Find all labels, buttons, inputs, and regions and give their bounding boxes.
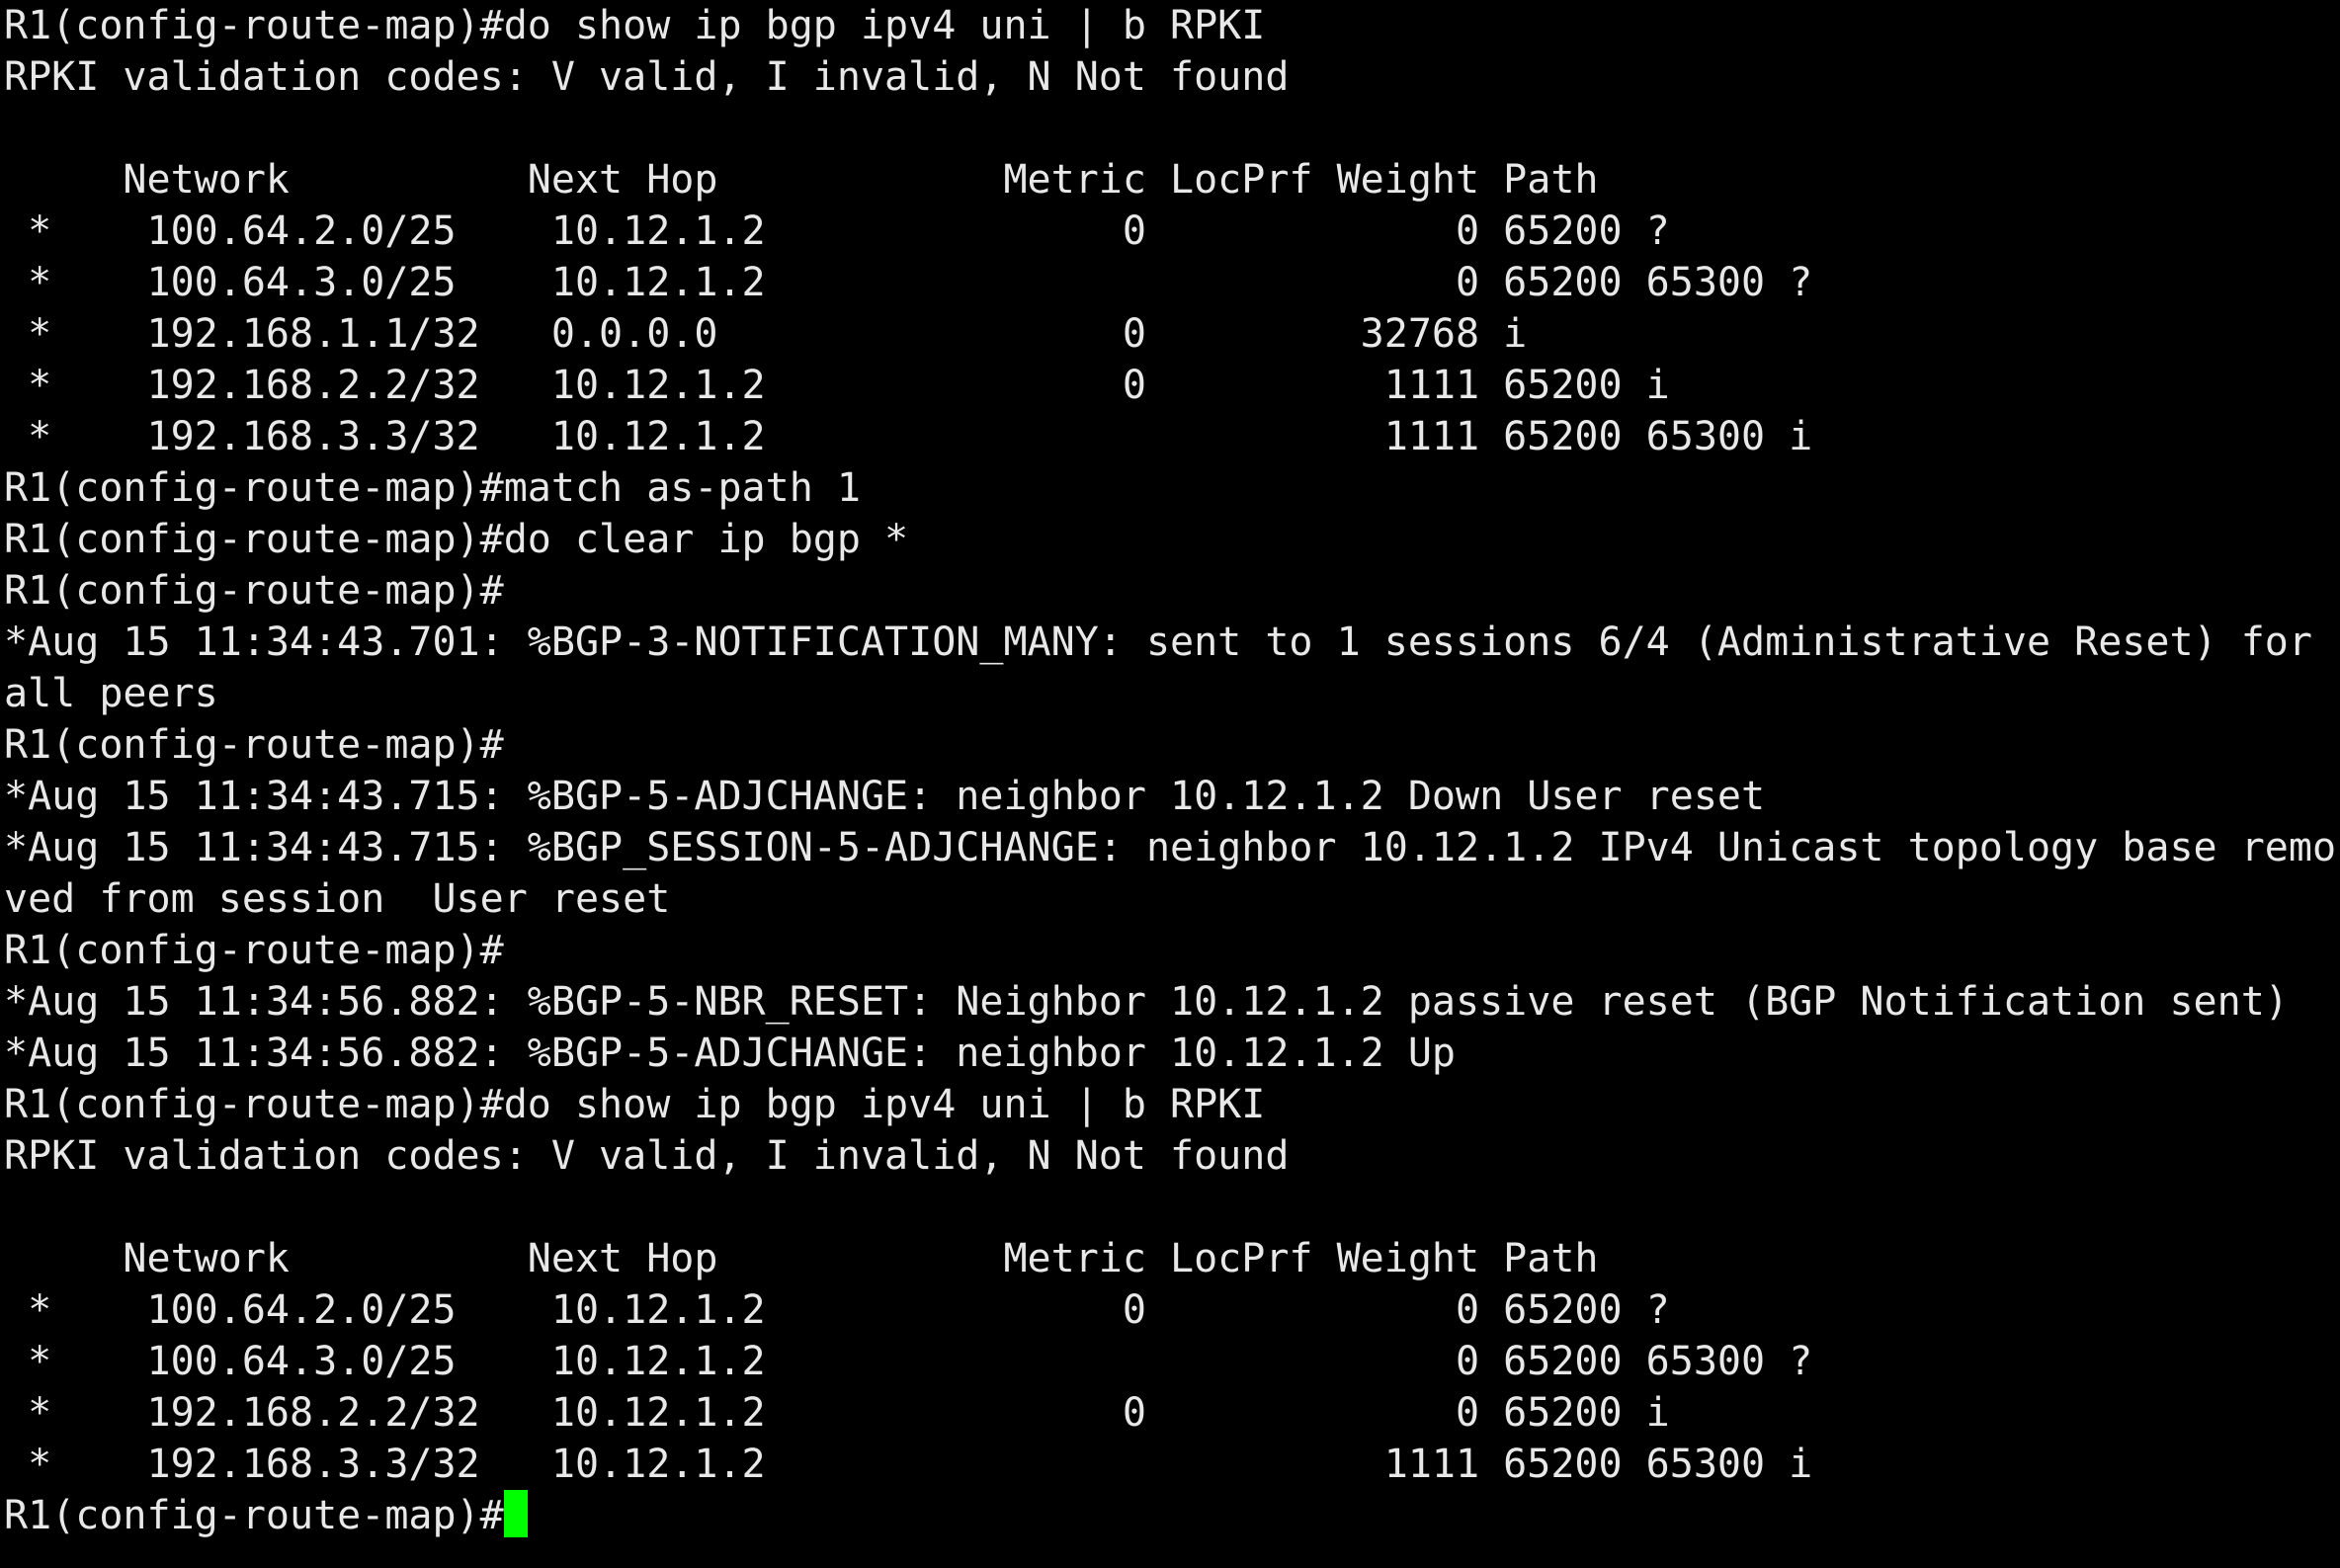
terminal-line: R1(config-route-map)# xyxy=(4,722,504,768)
terminal-prompt-line[interactable]: R1(config-route-map)# xyxy=(4,1490,2340,1541)
terminal-line: * 192.168.1.1/32 0.0.0.0 0 32768 i xyxy=(4,311,1528,357)
terminal-line: * 192.168.3.3/32 10.12.1.2 1111 65200 65… xyxy=(4,414,1813,459)
terminal-line: * 100.64.2.0/25 10.12.1.2 0 0 65200 ? xyxy=(4,208,1670,254)
terminal-line: * 192.168.3.3/32 10.12.1.2 1111 65200 65… xyxy=(4,1442,1813,1487)
terminal-line: * 192.168.2.2/32 10.12.1.2 0 1111 65200 … xyxy=(4,363,1670,408)
terminal-window[interactable]: R1(config-route-map)#do show ip bgp ipv4… xyxy=(4,0,2340,1568)
terminal-line: *Aug 15 11:34:56.882: %BGP-5-ADJCHANGE: … xyxy=(4,1031,1457,1076)
terminal-line: R1(config-route-map)#do show ip bgp ipv4… xyxy=(4,1082,1266,1127)
prompt: R1(config-route-map)# xyxy=(4,1493,504,1538)
terminal-line: ved from session User reset xyxy=(4,876,671,922)
terminal-line: * 100.64.2.0/25 10.12.1.2 0 0 65200 ? xyxy=(4,1287,1670,1333)
terminal-line: Network Next Hop Metric LocPrf Weight Pa… xyxy=(4,1236,1599,1281)
terminal-line: * 100.64.3.0/25 10.12.1.2 0 65200 65300 … xyxy=(4,1339,1813,1384)
terminal-line: * 192.168.2.2/32 10.12.1.2 0 0 65200 i xyxy=(4,1390,1670,1436)
terminal-line: *Aug 15 11:34:43.715: %BGP_SESSION-5-ADJ… xyxy=(4,825,2337,870)
terminal-line: R1(config-route-map)#do show ip bgp ipv4… xyxy=(4,3,1266,48)
text-cursor xyxy=(503,1490,528,1537)
terminal-line: RPKI validation codes: V valid, I invali… xyxy=(4,54,1290,100)
terminal-line: * 100.64.3.0/25 10.12.1.2 0 65200 65300 … xyxy=(4,260,1813,305)
terminal-output: R1(config-route-map)#do show ip bgp ipv4… xyxy=(4,0,2340,1490)
terminal-line: *Aug 15 11:34:43.715: %BGP-5-ADJCHANGE: … xyxy=(4,774,1766,819)
terminal-line: all peers xyxy=(4,671,218,716)
terminal-line: R1(config-route-map)#do clear ip bgp * xyxy=(4,517,909,562)
terminal-line: R1(config-route-map)#match as-path 1 xyxy=(4,465,861,511)
terminal-line: Network Next Hop Metric LocPrf Weight Pa… xyxy=(4,157,1599,203)
terminal-line: R1(config-route-map)# xyxy=(4,568,504,614)
terminal-line: *Aug 15 11:34:56.882: %BGP-5-NBR_RESET: … xyxy=(4,979,2289,1025)
terminal-line: *Aug 15 11:34:43.701: %BGP-3-NOTIFICATIO… xyxy=(4,619,2312,665)
terminal-line: RPKI validation codes: V valid, I invali… xyxy=(4,1133,1290,1179)
terminal-line: R1(config-route-map)# xyxy=(4,928,504,973)
